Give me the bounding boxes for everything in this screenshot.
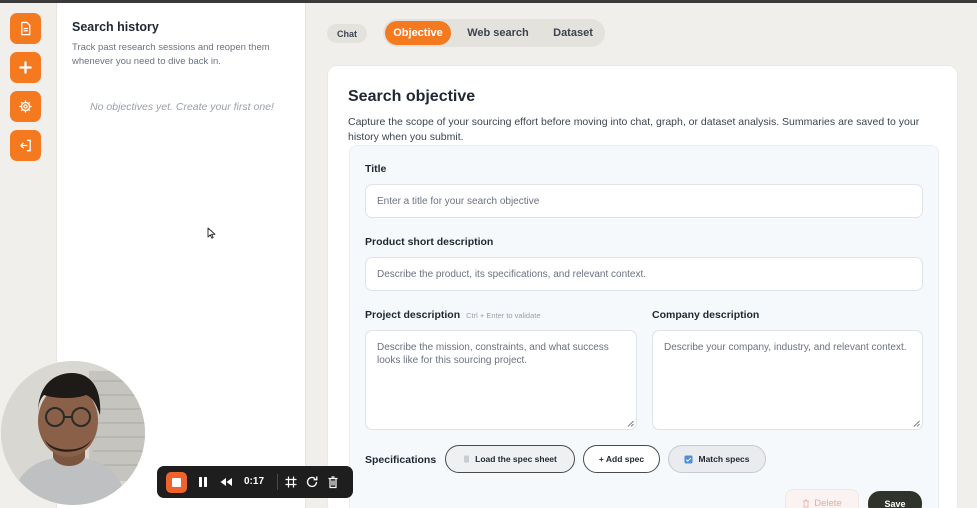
match-specs-button[interactable]: Match specs	[668, 445, 766, 473]
logout-icon	[20, 139, 31, 152]
tab-objective[interactable]: Objective	[385, 21, 451, 45]
tab-chat[interactable]: Chat	[327, 24, 367, 43]
page-description: Capture the scope of your sourcing effor…	[348, 116, 920, 143]
restart-icon[interactable]	[305, 475, 319, 489]
title-label: Title	[365, 163, 387, 175]
trash-icon[interactable]	[326, 475, 340, 489]
recording-time: 0:17	[244, 476, 265, 487]
tab-web-search[interactable]: Web search	[457, 21, 539, 45]
project-description-textarea[interactable]: Describe the mission, constraints, and w…	[365, 330, 637, 430]
gear-icon	[19, 100, 32, 113]
search-objective-card: Search objective Capture the scope of yo…	[327, 65, 958, 508]
project-label: Project description Ctrl + Enter to valid…	[365, 309, 541, 321]
trash-icon	[803, 499, 810, 507]
plus-icon	[19, 61, 32, 74]
rail-button-settings[interactable]	[10, 91, 41, 122]
history-empty-state: No objectives yet. Create your first one…	[90, 101, 274, 113]
page-title: Search objective	[348, 88, 476, 105]
toolbar-divider	[277, 474, 278, 490]
add-spec-button[interactable]: + Add spec	[583, 445, 660, 473]
recording-toolbar: 0:17	[157, 466, 353, 498]
grid-icon[interactable]	[284, 475, 298, 489]
mouse-cursor-icon	[207, 227, 216, 239]
company-label: Company description	[652, 309, 760, 321]
load-spec-sheet-label: Load the spec sheet	[475, 454, 557, 464]
delete-button[interactable]: Delete	[785, 489, 859, 508]
file-icon	[464, 455, 470, 463]
stop-recording-button[interactable]	[166, 472, 187, 493]
match-icon	[684, 455, 693, 463]
mode-tabs: Objective Web search Dataset	[383, 19, 605, 47]
project-placeholder: Describe the mission, constraints, and w…	[377, 342, 609, 366]
rewind-icon[interactable]	[219, 475, 233, 489]
company-placeholder: Describe your company, industry, and rel…	[664, 342, 907, 353]
product-description-input[interactable]: Describe the product, its specifications…	[365, 257, 923, 291]
pause-icon[interactable]	[196, 475, 210, 489]
history-subtitle: Track past research sessions and reopen …	[72, 42, 270, 67]
history-title: Search history	[72, 20, 159, 34]
webcam-person-image	[1, 361, 145, 505]
product-label: Product short description	[365, 236, 494, 248]
document-icon	[21, 21, 31, 36]
tab-dataset[interactable]: Dataset	[543, 21, 603, 45]
rail-button-logout[interactable]	[10, 130, 41, 161]
title-input[interactable]: Enter a title for your search objective	[365, 184, 923, 218]
delete-label: Delete	[814, 497, 842, 508]
company-description-textarea[interactable]: Describe your company, industry, and rel…	[652, 330, 923, 430]
project-hint: Ctrl + Enter to validate	[466, 311, 541, 320]
load-spec-sheet-button[interactable]: Load the spec sheet	[445, 445, 575, 473]
rail-button-new[interactable]	[10, 52, 41, 83]
objective-form: Title Enter a title for your search obje…	[349, 145, 939, 508]
match-specs-label: Match specs	[698, 454, 750, 464]
resize-handle-icon[interactable]	[627, 420, 634, 427]
save-button[interactable]: Save	[868, 491, 922, 508]
webcam-overlay	[1, 361, 145, 505]
resize-handle-icon[interactable]	[913, 420, 920, 427]
specifications-label: Specifications	[365, 454, 437, 466]
project-label-text: Project description	[365, 309, 461, 321]
rail-button-documents[interactable]	[10, 13, 41, 44]
